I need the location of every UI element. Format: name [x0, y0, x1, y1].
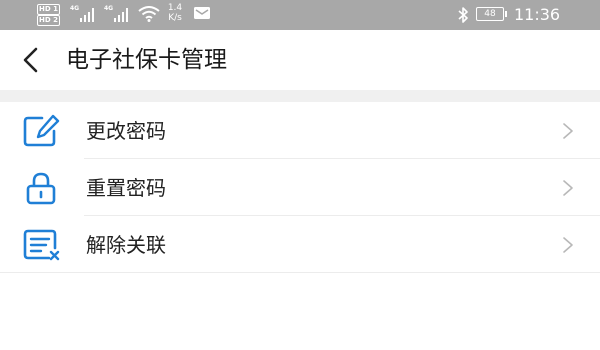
list-item-reset-password[interactable]: 重置密码 [0, 159, 600, 216]
list-item-label: 更改密码 [86, 119, 166, 143]
signal-icon [114, 8, 132, 22]
status-bar: HD 1 HD 2 4G 4G 1.4 K/s 48 11:36 [0, 0, 600, 30]
clock: 11:36 [514, 5, 561, 24]
section-divider [0, 90, 600, 102]
row-divider [0, 272, 600, 273]
list-item-label: 解除关联 [86, 233, 166, 257]
chevron-right-icon [563, 237, 573, 253]
chevron-right-icon [563, 123, 573, 139]
list-item-change-password[interactable]: 更改密码 [0, 102, 600, 159]
network-speed: 1.4 K/s [167, 3, 183, 23]
chevron-right-icon [563, 180, 573, 196]
header-bar: 电子社保卡管理 [0, 30, 600, 90]
notification-icon [194, 7, 210, 19]
edit-password-icon [23, 114, 60, 147]
signal-icon [80, 8, 98, 22]
lock-icon [26, 172, 56, 205]
back-arrow-icon[interactable] [18, 46, 44, 74]
network-type-1: 4G [70, 5, 80, 12]
bluetooth-icon [458, 7, 468, 23]
battery-indicator: 48 [476, 7, 504, 21]
wifi-icon [138, 6, 160, 22]
unlink-card-icon [23, 229, 60, 261]
list-item-unlink[interactable]: 解除关联 [0, 216, 600, 273]
page-title: 电子社保卡管理 [66, 47, 227, 73]
sim1-indicator: HD 1 [37, 4, 60, 15]
menu-list: 更改密码 重置密码 解除关联 [0, 102, 600, 273]
list-item-label: 重置密码 [86, 176, 166, 200]
battery-tip [505, 11, 507, 17]
sim2-indicator: HD 2 [37, 15, 60, 26]
network-type-2: 4G [104, 5, 114, 12]
